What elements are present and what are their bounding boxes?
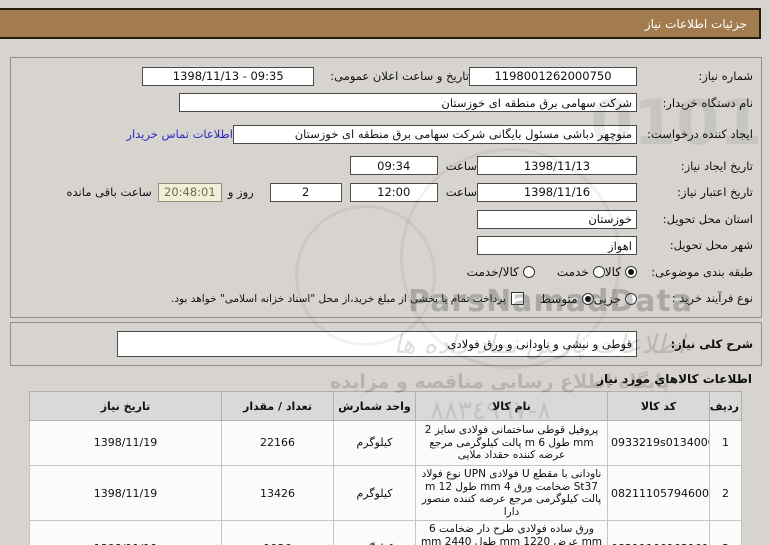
- radio-medium[interactable]: متوسط: [540, 292, 594, 306]
- create-date-input[interactable]: 1398/11/13: [477, 156, 637, 176]
- row-expiry-date: تاریخ اعتبار نیاز: 1398/11/16 ساعت 12:00…: [19, 181, 753, 203]
- need-details-page: جزئیات اطلاعات نیاز شماره نیاز: 11980012…: [0, 0, 770, 545]
- delivery-city-label: شهر محل تحویل:: [669, 238, 753, 253]
- request-creator-label: ایجاد کننده درخواست:: [647, 127, 753, 142]
- radio-service-label: خدمت: [556, 265, 589, 280]
- create-time-input[interactable]: 09:34: [349, 156, 438, 176]
- days-label: روز و: [227, 185, 254, 200]
- cell-code: 0821110010210160: [607, 520, 710, 545]
- cell-unit: کیلوگرم: [333, 420, 416, 466]
- table-row: 1 0933219s01340001 پروفیل قوطی ساختمانی …: [29, 420, 742, 466]
- radio-service-icon: [592, 266, 605, 279]
- radio-partial-label: جزیی: [593, 291, 621, 306]
- row-delivery-province: استان محل تحویل: خوزستان: [19, 208, 753, 230]
- row-request-creator: ایجاد کننده درخواست: منوچهر دباشی مسئول …: [19, 118, 753, 150]
- radio-partial-icon: [625, 292, 637, 305]
- radio-goods-icon: [625, 266, 637, 279]
- request-creator-input[interactable]: منوچهر دباشی مسئول بایگانی شرکت سهامی بر…: [233, 124, 637, 144]
- buyer-org-input[interactable]: شرکت سهامی برق منطقه ای خوزستان: [179, 93, 637, 113]
- description-input[interactable]: قوطی و نبشی و ناودانی و ورق فولادی: [117, 331, 637, 357]
- cell-unit: کیلوگرم: [333, 464, 416, 522]
- remaining-hours-label: ساعت باقی مانده: [66, 185, 152, 200]
- col-unit: واحد شمارش: [333, 391, 416, 421]
- radio-goods-service[interactable]: کالا/خدمت: [467, 265, 535, 279]
- row-delivery-city: شهر محل تحویل: اهواز: [19, 235, 753, 257]
- create-date-label: تاریخ ایجاد نیاز:: [680, 158, 753, 173]
- cell-unit: کیلوگرم: [333, 520, 416, 545]
- delivery-city-input[interactable]: اهواز: [477, 236, 637, 256]
- need-number-label: شماره نیاز:: [698, 69, 753, 84]
- page-title: جزئیات اطلاعات نیاز: [644, 16, 747, 31]
- need-number-input[interactable]: 1198001262000750: [469, 66, 637, 86]
- delivery-province-label: استان محل تحویل:: [662, 211, 753, 226]
- row-buyer-org: نام دستگاه خریدار: شرکت سهامی برق منطقه …: [19, 92, 753, 114]
- buyer-contact-link[interactable]: اطلاعات تماس خریدار: [126, 127, 233, 141]
- cell-row: 1: [709, 420, 742, 466]
- create-time-label: ساعت: [445, 158, 477, 173]
- treasury-checkbox[interactable]: پرداخت تمام یا بخشی از مبلغ خرید،از محل …: [171, 292, 524, 306]
- announce-datetime-input[interactable]: 1398/11/13 - 09:35: [142, 66, 315, 86]
- cell-date: 1398/11/19: [29, 464, 222, 522]
- col-row: ردیف: [709, 391, 742, 421]
- items-table-header-row: ردیف کد کالا نام کالا واحد شمارش تعداد /…: [29, 391, 742, 421]
- expiry-date-label: تاریخ اعتبار نیاز:: [677, 185, 753, 200]
- radio-medium-label: متوسط: [539, 291, 578, 306]
- cell-name: ناودانی با مقطع U فولادی UPN نوع فولاد S…: [415, 464, 608, 522]
- radio-medium-icon: [581, 292, 594, 305]
- radio-service[interactable]: خدمت: [557, 265, 605, 279]
- delivery-province-input[interactable]: خوزستان: [477, 209, 637, 229]
- items-table: ردیف کد کالا نام کالا واحد شمارش تعداد /…: [29, 391, 742, 545]
- subject-class-label: طبقه بندی موضوعی:: [651, 264, 753, 279]
- countdown-box: 20:48:01: [157, 182, 222, 202]
- expiry-time-label: ساعت: [445, 185, 477, 200]
- cell-name: پروفیل قوطی ساختمانی فولادی سایز 2 mm طو…: [415, 420, 608, 466]
- expiry-time-input[interactable]: 12:00: [349, 182, 438, 202]
- days-remaining-input[interactable]: 2: [269, 182, 342, 202]
- cell-row: 2: [709, 464, 742, 522]
- purchase-process-label: نوع فرآیند خرید :: [671, 291, 753, 306]
- description-section: شرح کلی نیاز: قوطی و نبشی و ناودانی و ور…: [10, 322, 762, 366]
- cell-row: 3: [709, 520, 742, 545]
- cell-code: 0821110579460002: [607, 464, 710, 522]
- cell-date: 1398/11/19: [29, 420, 222, 466]
- row-purchase-process: نوع فرآیند خرید : جزیی متوسط پرداخت تمام…: [19, 288, 753, 310]
- page-title-bar: جزئیات اطلاعات نیاز: [0, 8, 761, 39]
- cell-date: 1398/11/19: [29, 520, 222, 545]
- radio-goods[interactable]: کالا: [605, 265, 637, 279]
- table-row: 3 0821110010210160 ورق ساده فولادی طرح د…: [29, 520, 742, 545]
- radio-goods-service-icon: [522, 266, 535, 279]
- radio-partial[interactable]: جزیی: [594, 292, 637, 306]
- row-subject-class: طبقه بندی موضوعی: کالا خدمت کالا/خدمت: [19, 261, 753, 283]
- cell-code: 0933219s01340001: [607, 420, 710, 466]
- row-need-number: شماره نیاز: 1198001262000750 تاریخ و ساع…: [19, 65, 753, 87]
- description-label: شرح کلی نیاز:: [670, 336, 753, 351]
- buyer-org-label: نام دستگاه خریدار:: [662, 95, 753, 110]
- radio-goods-service-label: کالا/خدمت: [466, 265, 519, 280]
- treasury-checkbox-icon: [510, 292, 524, 306]
- need-info-form: شماره نیاز: 1198001262000750 تاریخ و ساع…: [10, 57, 762, 318]
- col-code: کد کالا: [607, 391, 710, 421]
- row-create-date: تاریخ ایجاد نیاز: 1398/11/13 ساعت 09:34: [19, 155, 753, 177]
- announce-datetime-label: تاریخ و ساعت اعلان عمومی:: [330, 69, 469, 84]
- col-date: تاریخ نیاز: [29, 391, 222, 421]
- table-row: 2 0821110579460002 ناودانی با مقطع U فول…: [29, 464, 742, 522]
- radio-goods-label: کالا: [604, 265, 621, 280]
- cell-qty: 1936: [221, 520, 334, 545]
- cell-qty: 22166: [221, 420, 334, 466]
- col-name: نام کالا: [415, 391, 608, 421]
- expiry-date-input[interactable]: 1398/11/16: [477, 182, 637, 202]
- col-qty: تعداد / مقدار: [221, 391, 334, 421]
- cell-qty: 13426: [221, 464, 334, 522]
- treasury-checkbox-label: پرداخت تمام یا بخشی از مبلغ خرید،از محل …: [171, 292, 506, 305]
- cell-name: ورق ساده فولادی طرح دار ضخامت 6 mm عرض 1…: [415, 520, 608, 545]
- items-section-header: اطلاعات کالاهاي مورد نياز: [597, 372, 752, 386]
